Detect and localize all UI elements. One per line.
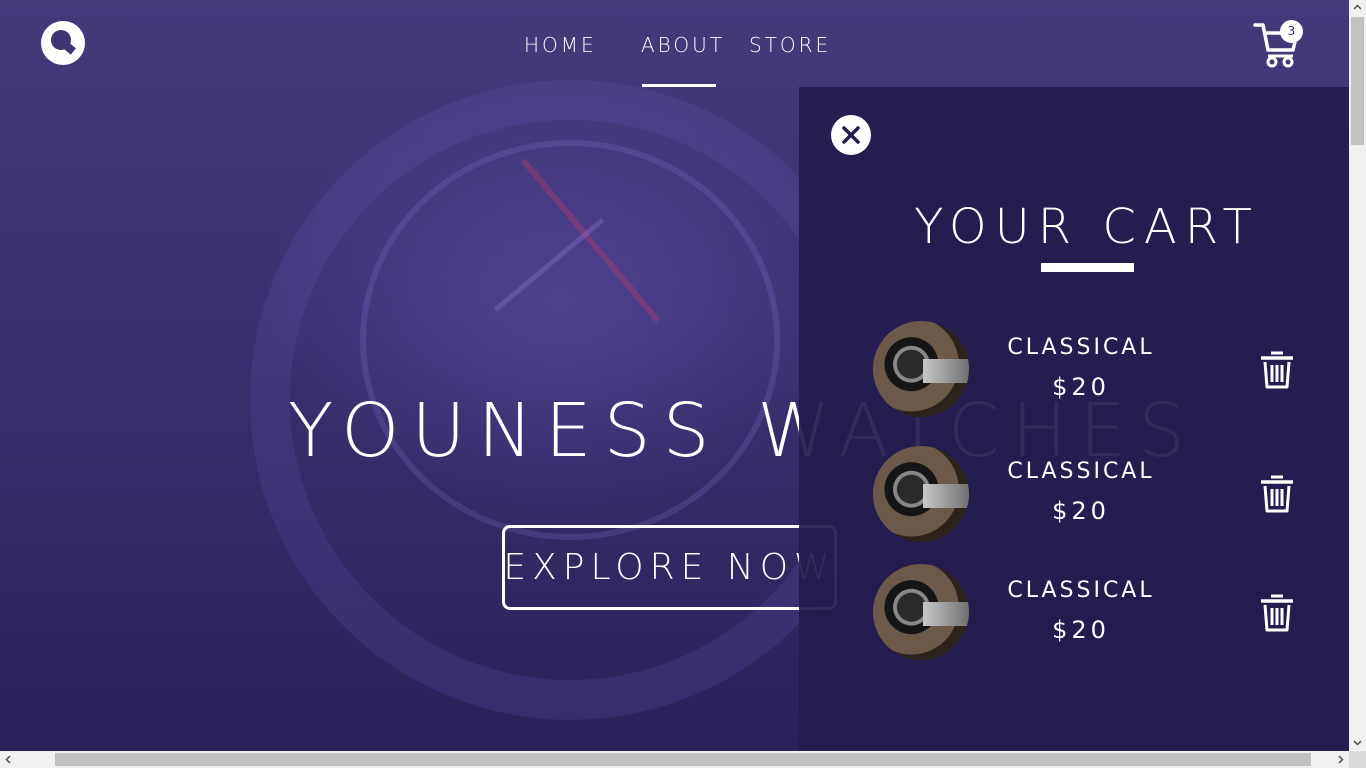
nav-link-store[interactable]: STORE	[749, 33, 831, 57]
trash-icon[interactable]	[1259, 349, 1295, 389]
cart-panel: YOUR CART CLASSICAL $20 CLASSICAL $20 CL…	[799, 87, 1349, 751]
page-viewport: HOME ABOUT STORE 3 YOUNESS WATCHES EXPLO…	[0, 0, 1349, 751]
trash-icon[interactable]	[1259, 473, 1295, 513]
cart-item: CLASSICAL $20	[799, 446, 1349, 546]
scroll-left-arrow-icon[interactable]	[4, 755, 13, 764]
background-watch-dial	[360, 140, 780, 540]
scrollbar-corner	[1349, 751, 1366, 768]
cart-title: YOUR CART	[914, 199, 1260, 255]
item-price: $20	[1052, 616, 1110, 644]
item-name: CLASSICAL	[1007, 459, 1155, 484]
explore-now-button[interactable]: EXPLORE NOW	[502, 525, 837, 610]
item-image	[873, 321, 969, 417]
cart-item: CLASSICAL $20	[799, 564, 1349, 664]
item-name: CLASSICAL	[1007, 578, 1155, 603]
horizontal-scrollbar[interactable]	[0, 751, 1349, 768]
item-image	[873, 446, 969, 542]
trash-icon[interactable]	[1259, 592, 1295, 632]
scroll-up-arrow-icon[interactable]	[1353, 3, 1362, 12]
scroll-right-arrow-icon[interactable]	[1336, 755, 1345, 764]
close-cart-button[interactable]	[831, 115, 871, 155]
nav-link-about[interactable]: ABOUT	[641, 33, 725, 57]
cart-item: CLASSICAL $20	[799, 321, 1349, 421]
vertical-scrollbar[interactable]	[1349, 0, 1366, 751]
nav-active-underline	[642, 84, 716, 87]
item-price: $20	[1052, 497, 1110, 525]
item-image	[873, 564, 969, 660]
cart-count-badge: 3	[1280, 20, 1303, 43]
cart-title-underline	[1041, 263, 1134, 272]
item-name: CLASSICAL	[1007, 335, 1155, 360]
close-icon	[842, 126, 860, 144]
scroll-down-arrow-icon[interactable]	[1353, 738, 1362, 747]
item-price: $20	[1052, 373, 1110, 401]
vertical-scrollbar-thumb[interactable]	[1351, 17, 1364, 145]
horizontal-scrollbar-thumb[interactable]	[55, 753, 1311, 766]
nav-link-home[interactable]: HOME	[524, 33, 597, 57]
logo-icon[interactable]	[41, 21, 85, 65]
